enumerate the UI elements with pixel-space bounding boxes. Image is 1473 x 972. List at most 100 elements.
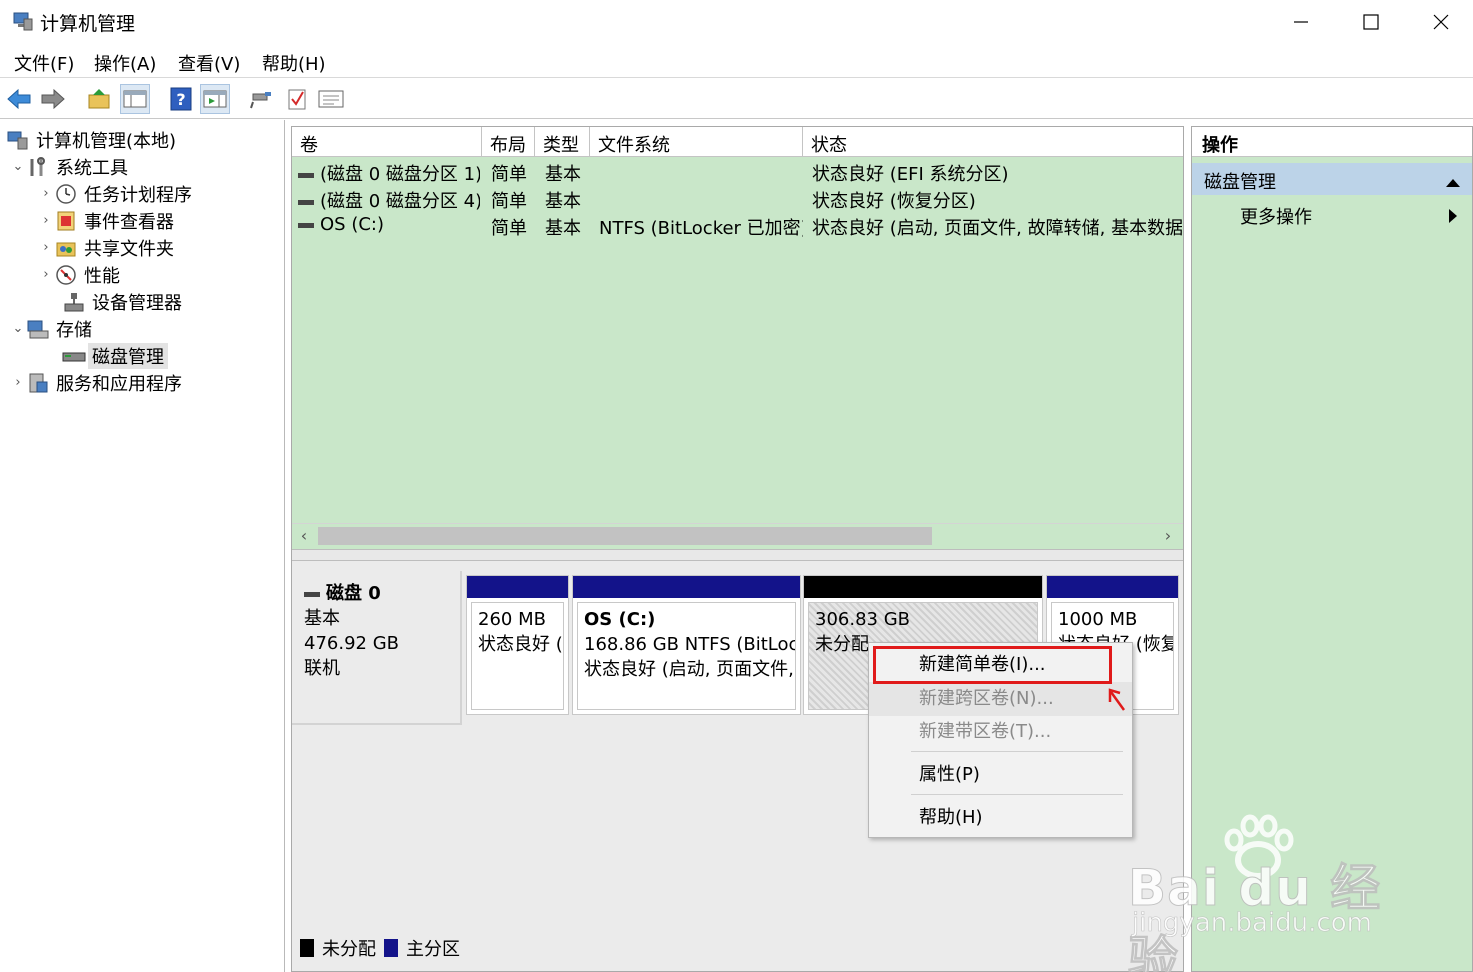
volume-icon (298, 172, 314, 178)
tree-task-scheduler-label: 任务计划程序 (84, 184, 192, 206)
tree-performance[interactable]: › 性能 (38, 261, 120, 288)
disk-state: 联机 (304, 658, 340, 679)
column-status[interactable]: 状态 (803, 127, 1183, 157)
tree-storage[interactable]: ⌄ 存储 (10, 315, 92, 342)
close-button[interactable] (1406, 0, 1473, 44)
computer-management-icon (12, 10, 34, 32)
menu-bar: 文件(F) 操作(A) 查看(V) 帮助(H) (0, 44, 1473, 78)
menu-action[interactable]: 操作(A) (94, 50, 156, 76)
actions-section-label: 磁盘管理 (1204, 172, 1276, 193)
volume-type: 基本 (545, 191, 581, 212)
volume-fs: NTFS (BitLocker 已加密) (599, 218, 803, 239)
menu-properties[interactable]: 属性(P) (869, 758, 1132, 792)
partition-band (467, 576, 568, 598)
volume-type: 基本 (545, 218, 581, 239)
scrollbar-thumb[interactable] (318, 527, 932, 545)
disk-info[interactable]: 磁盘 0 基本 476.92 GB 联机 (292, 571, 462, 725)
clock-icon (54, 183, 78, 205)
up-folder-icon[interactable] (84, 84, 114, 114)
menu-help-item[interactable]: 帮助(H) (869, 801, 1132, 835)
tree-device-manager-label: 设备管理器 (92, 292, 182, 314)
partition-band (1047, 576, 1178, 598)
forward-icon[interactable] (38, 84, 68, 114)
chevron-right-icon[interactable]: › (38, 267, 54, 282)
column-type[interactable]: 类型 (535, 127, 590, 157)
tree-system-tools-label: 系统工具 (56, 157, 128, 179)
shared-folder-icon (54, 237, 78, 259)
tree-performance-label: 性能 (84, 265, 120, 287)
chevron-right-icon[interactable]: › (10, 375, 26, 390)
disk-size: 476.92 GB (304, 633, 400, 654)
baidu-watermark: Bai du 经验 jingyan.baidu.com (1128, 812, 1398, 972)
menu-new-striped-volume[interactable]: 新建带区卷(T)... (869, 715, 1132, 749)
scroll-right-icon[interactable]: › (1158, 524, 1178, 548)
collapse-up-icon[interactable] (1446, 171, 1460, 192)
tree-shared-folders[interactable]: › 共享文件夹 (38, 234, 174, 261)
check-icon[interactable] (282, 84, 312, 114)
volume-name: OS (C:) (320, 214, 384, 235)
partition-os[interactable]: OS (C:) 168.86 GB NTFS (BitLocker 已加密) 状… (572, 575, 801, 715)
menu-view[interactable]: 查看(V) (178, 50, 240, 76)
partition-efi[interactable]: 260 MB 状态良好 (EFI 系统分区) (466, 575, 569, 715)
chevron-right-icon[interactable]: › (38, 240, 54, 255)
tree-disk-management-label: 磁盘管理 (88, 342, 168, 369)
tree-services-apps[interactable]: › 服务和应用程序 (10, 369, 182, 396)
tools-icon (26, 156, 50, 178)
partition-status: 状态良好 (启动, 页面文件, 故障转储) (584, 659, 795, 680)
properties-list-icon[interactable] (316, 84, 346, 114)
volume-icon (298, 222, 314, 228)
partition-size: 168.86 GB NTFS (BitLocker 已加密) (584, 634, 795, 655)
disk-icon (62, 345, 86, 367)
legend-unallocated-swatch (300, 939, 314, 957)
menu-new-spanned-volume[interactable]: 新建跨区卷(N)... (869, 682, 1132, 716)
partition-band (804, 576, 1042, 598)
tree-event-viewer[interactable]: › 事件查看器 (38, 207, 174, 234)
help-icon[interactable]: ? (166, 84, 196, 114)
volume-layout: 简单 (491, 218, 527, 239)
chevron-down-icon[interactable]: ⌄ (10, 321, 26, 336)
partition-size: 306.83 GB (815, 609, 911, 630)
partition-band (573, 576, 800, 598)
volume-row[interactable]: (磁盘 0 磁盘分区 4) 简单 基本 状态良好 (恢复分区) (292, 185, 1183, 212)
show-hide-action-pane-icon[interactable] (200, 84, 230, 114)
volume-name: (磁盘 0 磁盘分区 1) (320, 164, 480, 185)
column-layout[interactable]: 布局 (482, 127, 535, 157)
tree-task-scheduler[interactable]: › 任务计划程序 (38, 180, 192, 207)
chevron-right-icon[interactable]: › (38, 213, 54, 228)
column-filesystem[interactable]: 文件系统 (590, 127, 803, 157)
console-tree: 计算机管理(本地) ⌄ 系统工具 › 任务计划程序 › 事件查看器 › 共享文件… (0, 120, 285, 972)
volume-name: (磁盘 0 磁盘分区 4) (320, 191, 480, 212)
disk-icon (304, 591, 320, 597)
tree-root[interactable]: 计算机管理(本地) (6, 126, 176, 153)
actions-section-disk-management[interactable]: 磁盘管理 (1192, 163, 1472, 195)
computer-management-icon (6, 129, 30, 151)
volume-icon (298, 199, 314, 205)
back-icon[interactable] (4, 84, 34, 114)
tree-disk-management[interactable]: 磁盘管理 (54, 342, 168, 369)
volume-row[interactable]: OS (C:) 简单 基本 NTFS (BitLocker 已加密) 状态良好 … (292, 212, 1183, 239)
show-hide-console-tree-icon[interactable] (120, 84, 150, 114)
svg-text:?: ? (176, 90, 185, 109)
services-icon (26, 372, 50, 394)
actions-header: 操作 (1192, 127, 1472, 157)
volume-row[interactable]: (磁盘 0 磁盘分区 1) 简单 基本 状态良好 (EFI 系统分区) (292, 158, 1183, 185)
chevron-right-icon[interactable]: › (38, 186, 54, 201)
partition-size: 1000 MB (1058, 609, 1138, 630)
minimize-button[interactable] (1266, 0, 1336, 44)
pane-splitter[interactable] (292, 549, 1183, 561)
horizontal-scrollbar[interactable]: ‹ › (292, 523, 1183, 547)
column-volume[interactable]: 卷 (292, 127, 482, 157)
maximize-button[interactable] (1336, 0, 1406, 44)
performance-icon (54, 264, 78, 286)
toolbar: ? (0, 79, 1473, 119)
volume-layout: 简单 (491, 164, 527, 185)
menu-help[interactable]: 帮助(H) (262, 50, 326, 76)
more-actions[interactable]: 更多操作 (1240, 203, 1312, 229)
scroll-left-icon[interactable]: ‹ (294, 524, 314, 548)
chevron-down-icon[interactable]: ⌄ (10, 159, 26, 174)
tree-device-manager[interactable]: 设备管理器 (54, 288, 182, 315)
menu-file[interactable]: 文件(F) (14, 50, 74, 76)
tree-system-tools[interactable]: ⌄ 系统工具 (10, 153, 128, 180)
submenu-arrow-icon[interactable] (1448, 207, 1458, 228)
connect-icon[interactable] (246, 84, 276, 114)
